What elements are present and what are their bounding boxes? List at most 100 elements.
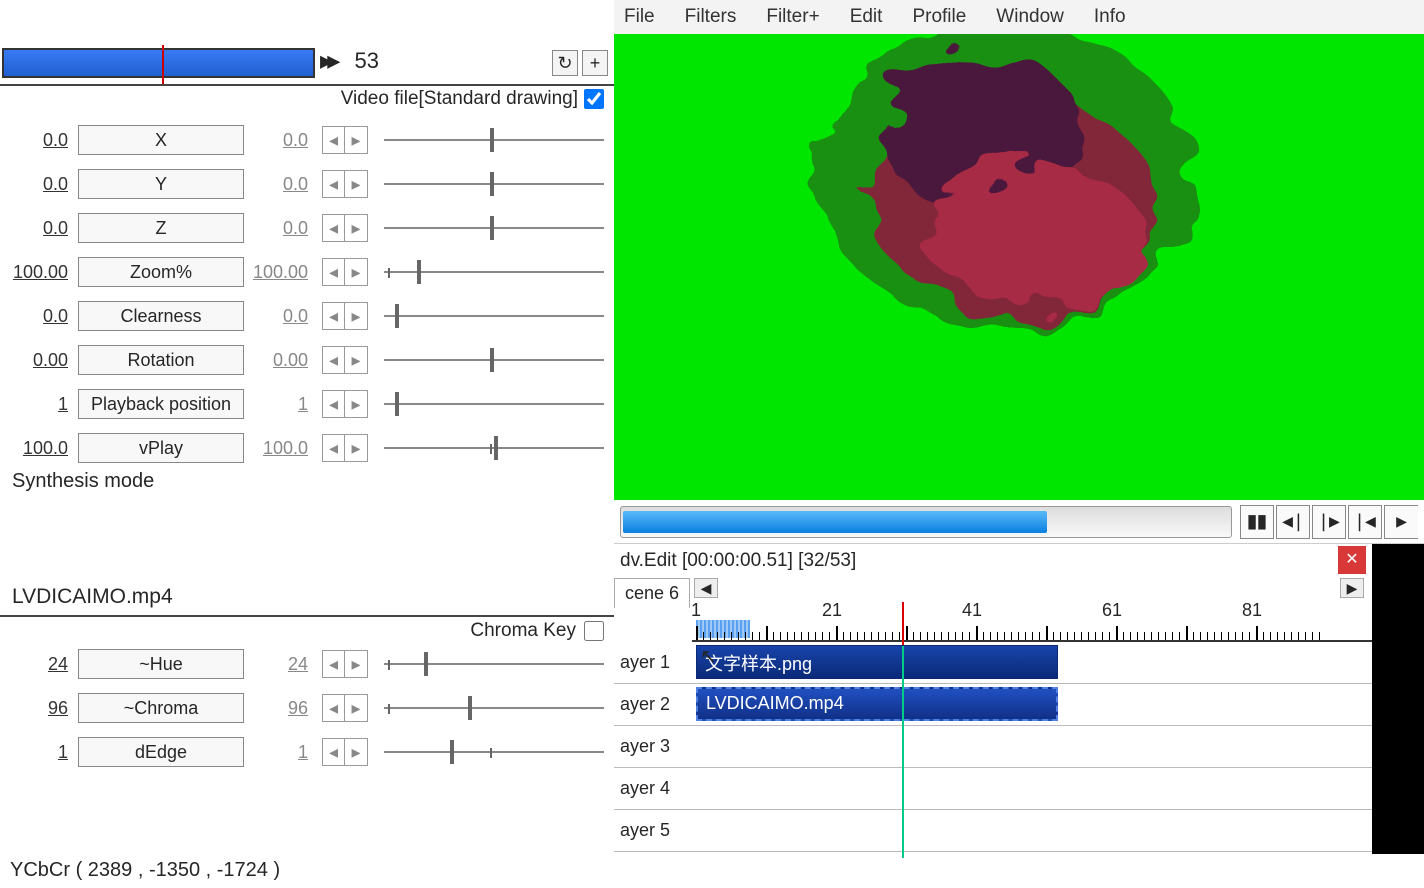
stepper[interactable]: ◂▸ — [322, 214, 368, 242]
property-button[interactable]: Rotation — [78, 345, 244, 375]
go-start-button[interactable]: |◀ — [1348, 505, 1382, 539]
property-button[interactable]: Clearness — [78, 301, 244, 331]
value-left[interactable]: 0.0 — [10, 218, 72, 239]
progress-track[interactable] — [620, 506, 1232, 538]
menu-edit[interactable]: Edit — [850, 6, 883, 28]
value-right[interactable]: 1 — [250, 742, 312, 763]
layer-label-4[interactable]: ayer 4 — [614, 768, 692, 810]
slider[interactable] — [384, 302, 604, 330]
property-button[interactable]: Z — [78, 213, 244, 243]
step-up-icon[interactable]: ▸ — [345, 259, 367, 285]
step-up-icon[interactable]: ▸ — [345, 215, 367, 241]
slider-handle[interactable] — [490, 216, 494, 240]
step-down-icon[interactable]: ◂ — [323, 303, 345, 329]
stepper[interactable]: ◂▸ — [322, 126, 368, 154]
slider-handle[interactable] — [395, 304, 399, 328]
slider-handle[interactable] — [490, 172, 494, 196]
step-up-icon[interactable]: ▸ — [345, 435, 367, 461]
menu-info[interactable]: Info — [1094, 6, 1126, 28]
stepper[interactable]: ◂▸ — [322, 302, 368, 330]
track-3[interactable] — [692, 726, 1372, 768]
step-up-icon[interactable]: ▸ — [345, 651, 367, 677]
property-button[interactable]: vPlay — [78, 433, 244, 463]
layer-label-3[interactable]: ayer 3 — [614, 726, 692, 768]
slider[interactable] — [384, 694, 604, 722]
property-button[interactable]: dEdge — [78, 737, 244, 767]
step-down-icon[interactable]: ◂ — [323, 127, 345, 153]
pause-button[interactable]: ▮▮ — [1240, 505, 1274, 539]
timeline-ruler[interactable]: 121416181 — [692, 602, 1372, 642]
slider-handle[interactable] — [490, 348, 494, 372]
slider[interactable] — [384, 738, 604, 766]
value-right[interactable]: 0.0 — [250, 218, 312, 239]
timeline-scroll-left[interactable]: ◀ — [694, 578, 718, 598]
step-down-icon[interactable]: ◂ — [323, 391, 345, 417]
value-left[interactable]: 96 — [10, 698, 72, 719]
step-up-icon[interactable]: ▸ — [345, 391, 367, 417]
step-up-icon[interactable]: ▸ — [345, 303, 367, 329]
slider[interactable] — [384, 434, 604, 462]
track-2[interactable]: LVDICAIMO.mp4 — [692, 684, 1372, 726]
layer-label-5[interactable]: ayer 5 — [614, 810, 692, 852]
slider[interactable] — [384, 126, 604, 154]
slider-handle[interactable] — [424, 652, 428, 676]
track-4[interactable] — [692, 768, 1372, 810]
property-button[interactable]: X — [78, 125, 244, 155]
value-right[interactable]: 0.0 — [250, 306, 312, 327]
menu-filterplus[interactable]: Filter+ — [766, 6, 819, 28]
value-left[interactable]: 0.0 — [10, 174, 72, 195]
value-right[interactable]: 0.00 — [250, 350, 312, 371]
close-button[interactable]: ✕ — [1338, 546, 1366, 574]
clip-layer2[interactable]: LVDICAIMO.mp4 — [696, 687, 1058, 721]
value-left[interactable]: 1 — [10, 742, 72, 763]
stepper[interactable]: ◂▸ — [322, 694, 368, 722]
chroma-key-checkbox[interactable] — [584, 621, 604, 641]
value-right[interactable]: 1 — [250, 394, 312, 415]
prev-frame-button[interactable]: ◀| — [1276, 505, 1310, 539]
value-right[interactable]: 100.0 — [250, 438, 312, 459]
fast-forward-icon[interactable]: ▶▶ — [320, 49, 335, 74]
next-frame-button[interactable]: |▶ — [1312, 505, 1346, 539]
menu-filters[interactable]: Filters — [685, 6, 737, 28]
property-button[interactable]: Y — [78, 169, 244, 199]
slider-handle[interactable] — [417, 260, 421, 284]
step-up-icon[interactable]: ▸ — [345, 739, 367, 765]
video-preview[interactable] — [614, 34, 1424, 500]
slider[interactable] — [384, 170, 604, 198]
value-right[interactable]: 0.0 — [250, 174, 312, 195]
menu-profile[interactable]: Profile — [912, 6, 966, 28]
stepper[interactable]: ◂▸ — [322, 170, 368, 198]
slider[interactable] — [384, 346, 604, 374]
value-left[interactable]: 24 — [10, 654, 72, 675]
property-button[interactable]: Zoom% — [78, 257, 244, 287]
value-left[interactable]: 1 — [10, 394, 72, 415]
value-left[interactable]: 100.00 — [10, 262, 72, 283]
step-down-icon[interactable]: ◂ — [323, 739, 345, 765]
slider[interactable] — [384, 390, 604, 418]
scrubber-track[interactable] — [2, 48, 315, 78]
slider-handle[interactable] — [395, 392, 399, 416]
value-right[interactable]: 100.00 — [250, 262, 312, 283]
scrubber-handle[interactable] — [162, 45, 164, 85]
track-1[interactable]: 文字样本.png — [692, 642, 1372, 684]
slider-handle[interactable] — [490, 128, 494, 152]
step-down-icon[interactable]: ◂ — [323, 435, 345, 461]
property-button[interactable]: ~Chroma — [78, 693, 244, 723]
step-down-icon[interactable]: ◂ — [323, 215, 345, 241]
clip-layer1[interactable]: 文字样本.png — [696, 645, 1058, 679]
value-left[interactable]: 100.0 — [10, 438, 72, 459]
step-up-icon[interactable]: ▸ — [345, 695, 367, 721]
slider[interactable] — [384, 258, 604, 286]
value-right[interactable]: 0.0 — [250, 130, 312, 151]
go-end-button[interactable]: ▶ — [1384, 505, 1418, 539]
stepper[interactable]: ◂▸ — [322, 738, 368, 766]
add-button[interactable]: + — [582, 50, 608, 76]
layer-label-2[interactable]: ayer 2 — [614, 684, 692, 726]
slider[interactable] — [384, 650, 604, 678]
stepper[interactable]: ◂▸ — [322, 390, 368, 418]
value-right[interactable]: 96 — [250, 698, 312, 719]
track-5[interactable] — [692, 810, 1372, 852]
value-left[interactable]: 0.0 — [10, 306, 72, 327]
value-left[interactable]: 0.00 — [10, 350, 72, 371]
stepper[interactable]: ◂▸ — [322, 650, 368, 678]
